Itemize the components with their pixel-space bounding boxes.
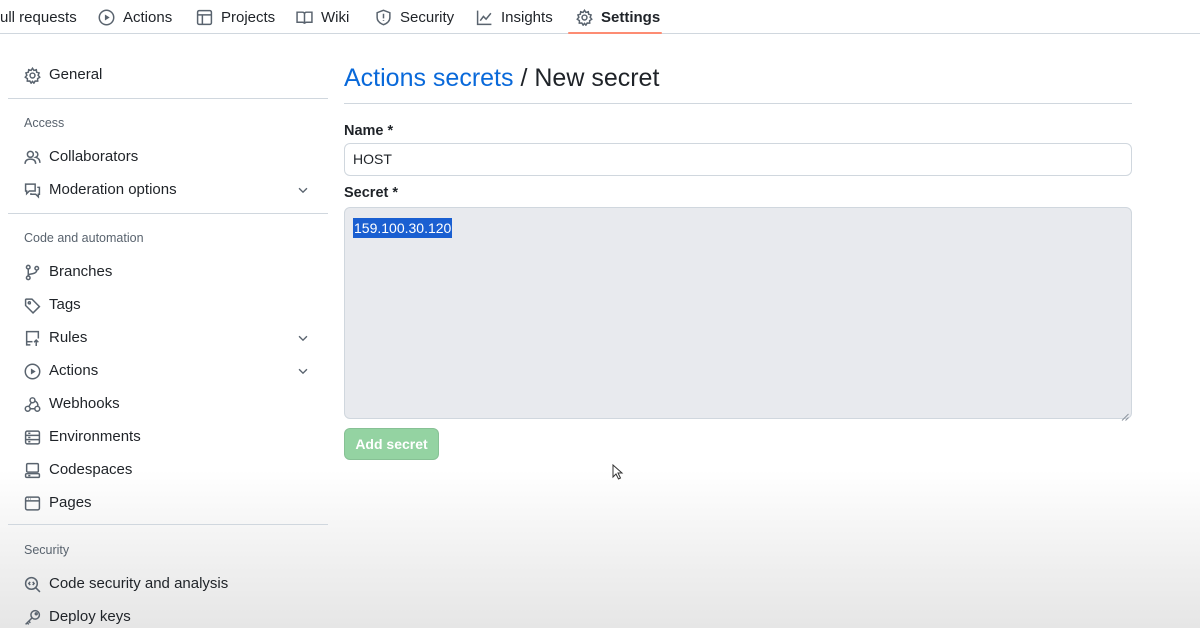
sidebar-item-label: Actions [49,362,99,379]
play-icon [24,363,41,380]
comment-discussion-icon [24,182,41,199]
mouse-cursor-icon [612,464,624,480]
sidebar-heading-code-automation: Code and automation [24,231,144,245]
sidebar-item-label: Branches [49,263,113,280]
add-secret-button[interactable]: Add secret [344,428,439,460]
book-icon [296,10,313,24]
sidebar-item-pages[interactable]: Pages [8,488,328,518]
repo-nav: ull requests Actions Projects Wiki Secur… [0,0,1200,34]
sidebar-item-deploy-keys[interactable]: Deploy keys [8,602,328,628]
sidebar-item-codespaces[interactable]: Codespaces [8,455,328,485]
tab-actions[interactable]: Actions [98,0,172,34]
key-icon [24,609,41,626]
git-branch-icon [24,264,41,281]
tab-settings-label: Settings [601,8,661,26]
tab-actions-label: Actions [123,8,173,26]
tab-insights-label: Insights [501,8,553,26]
sidebar-divider [8,98,328,99]
tab-projects-label: Projects [221,8,276,26]
codespaces-icon [24,462,41,479]
sidebar-heading-security: Security [24,543,70,557]
secret-value-selected-text: 159.100.30.120 [353,218,453,238]
name-label: Name * [344,123,394,139]
sidebar-item-label: Tags [49,296,81,313]
page-title: Actions secrets / New secret [344,64,659,93]
sidebar-heading-access: Access [24,116,65,130]
secret-name-input[interactable]: HOST [344,143,1132,176]
sidebar-item-code-security[interactable]: Code security and analysis [8,569,328,599]
secret-value-textarea[interactable]: 159.100.30.120 [344,207,1132,421]
chevron-down-icon [296,331,310,345]
sidebar-item-tags[interactable]: Tags [8,290,328,320]
tab-settings[interactable]: Settings [576,0,660,34]
tab-pull-requests-label: ull requests [0,8,77,26]
gear-icon [24,66,41,85]
page-title-text: New secret [534,64,660,92]
sidebar-item-environments[interactable]: Environments [8,422,328,452]
play-icon [98,9,115,25]
breadcrumb-actions-secrets-link[interactable]: Actions secrets [344,64,514,92]
sidebar-item-label: Moderation options [49,181,177,198]
webhook-icon [24,396,41,413]
sidebar-item-label: Collaborators [49,148,139,165]
breadcrumb-separator: / [520,64,528,92]
codescan-icon [24,576,41,593]
sidebar-item-label: Webhooks [49,395,120,412]
shield-icon [376,8,391,26]
tab-pull-requests[interactable]: ull requests [0,0,77,34]
sidebar-item-actions[interactable]: Actions [8,356,328,386]
sidebar-item-label: Deploy keys [49,608,131,625]
sidebar-item-label: Environments [49,428,141,445]
gear-icon [576,8,593,26]
tab-insights[interactable]: Insights [476,0,553,34]
title-divider [344,103,1132,104]
sidebar-item-label: Rules [49,329,88,346]
sidebar-item-label: General [49,66,103,83]
server-icon [24,429,41,446]
sidebar-item-label: Pages [49,494,92,511]
sidebar-divider [8,213,328,214]
table-icon [196,9,213,25]
chevron-down-icon [296,364,310,378]
people-icon [24,149,41,166]
chevron-down-icon [296,183,310,197]
graph-icon [476,10,492,25]
tab-security-label: Security [400,8,455,26]
sidebar-divider [8,524,328,525]
sidebar-item-label: Codespaces [49,461,133,478]
sidebar-item-moderation[interactable]: Moderation options [8,175,328,205]
repo-push-icon [24,330,41,347]
sidebar-item-branches[interactable]: Branches [8,257,328,287]
sidebar-item-rules[interactable]: Rules [8,323,328,353]
selected-tab-indicator [568,32,662,34]
sidebar-item-webhooks[interactable]: Webhooks [8,389,328,419]
resize-handle-icon[interactable] [1121,408,1129,421]
sidebar-item-general[interactable]: General [8,60,328,90]
browser-icon [24,495,41,512]
tab-security[interactable]: Security [375,0,454,34]
tab-projects[interactable]: Projects [196,0,275,34]
sidebar-item-label: Code security and analysis [49,575,229,592]
tab-wiki[interactable]: Wiki [296,0,349,34]
tag-icon [24,297,41,314]
sidebar-item-collaborators[interactable]: Collaborators [8,142,328,172]
secret-label: Secret * [344,185,399,201]
tab-wiki-label: Wiki [321,8,350,26]
